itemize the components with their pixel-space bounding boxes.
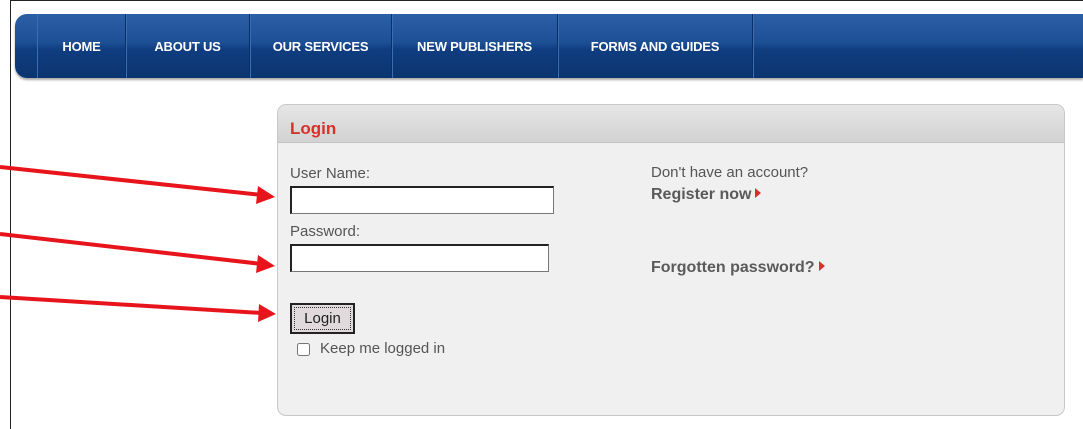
login-panel: Login User Name: Password: Login Keep me… <box>277 104 1065 416</box>
password-input[interactable] <box>290 244 549 272</box>
keep-logged-in-checkbox[interactable] <box>297 343 310 356</box>
keep-logged-in-label: Keep me logged in <box>320 340 446 357</box>
nav-item-forms-and-guides[interactable]: FORMS AND GUIDES <box>558 14 753 78</box>
nav-item-home[interactable]: HOME <box>38 14 126 78</box>
login-button[interactable]: Login <box>290 303 355 334</box>
red-triangle-arrow-icon <box>755 188 762 198</box>
username-label: User Name: <box>290 165 371 182</box>
top-navigation-bar: HOME ABOUT US OUR SERVICES NEW PUBLISHER… <box>15 14 1083 78</box>
login-panel-header <box>278 105 1064 143</box>
login-title: Login <box>290 119 337 138</box>
nav-item-new-publishers[interactable]: NEW PUBLISHERS <box>392 14 558 78</box>
red-triangle-arrow-icon <box>818 261 825 271</box>
forgotten-password-link[interactable]: Forgotten password? <box>651 259 825 277</box>
nav-item-our-services[interactable]: OUR SERVICES <box>250 14 392 78</box>
forgotten-password-label: Forgotten password? <box>651 259 815 276</box>
register-now-label: Register now <box>651 186 752 203</box>
login-button-label: Login <box>294 307 351 330</box>
nav-item-about-us[interactable]: ABOUT US <box>126 14 250 78</box>
username-input[interactable] <box>290 186 554 214</box>
no-account-text: Don't have an account? <box>651 164 809 181</box>
nav-menu: HOME ABOUT US OUR SERVICES NEW PUBLISHER… <box>37 14 753 78</box>
password-label: Password: <box>290 223 361 240</box>
register-now-link[interactable]: Register now <box>651 186 762 204</box>
